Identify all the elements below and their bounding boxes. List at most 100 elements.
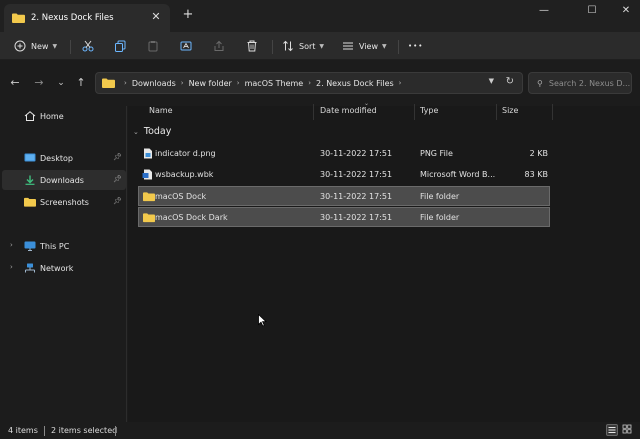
sidebar-item-network[interactable]: › Network <box>2 258 126 278</box>
folder-icon <box>24 197 36 207</box>
recent-locations-button[interactable]: ⌄ <box>54 76 68 90</box>
sidebar-item-label: Home <box>40 111 64 121</box>
group-header-today[interactable]: ⌄ Today <box>133 126 171 137</box>
column-header-size[interactable]: Size <box>502 106 518 120</box>
sidebar-item-label: This PC <box>40 241 70 251</box>
forward-button[interactable]: → <box>32 76 46 90</box>
breadcrumb-macos-theme[interactable]: macOS Theme <box>245 79 304 88</box>
column-header-type[interactable]: Type <box>420 106 438 120</box>
pin-icon: 📌︎ <box>113 175 122 183</box>
expand-chevron-icon[interactable]: › <box>10 263 13 271</box>
sidebar-item-desktop[interactable]: Desktop 📌︎ <box>2 148 126 168</box>
plus-circle-icon <box>14 40 26 52</box>
share-button[interactable] <box>213 37 225 55</box>
new-tab-button[interactable]: + <box>182 8 194 21</box>
address-history-chevron-icon[interactable]: ▼ <box>489 77 494 85</box>
minimize-button[interactable]: — <box>532 4 556 18</box>
view-button[interactable]: View ▼ <box>342 37 387 55</box>
toolbar-divider <box>70 40 71 54</box>
folder-icon <box>143 192 155 202</box>
sidebar-item-label: Network <box>40 263 74 273</box>
column-header-name[interactable]: Name <box>149 106 173 120</box>
back-button[interactable]: ← <box>8 76 22 90</box>
computer-icon <box>24 241 36 251</box>
table-row[interactable]: indicator d.png 30-11-2022 17:51 PNG Fil… <box>138 144 550 164</box>
delete-button[interactable] <box>246 37 258 55</box>
copy-button[interactable] <box>114 37 126 55</box>
file-type: PNG File <box>420 149 453 158</box>
breadcrumb-downloads[interactable]: Downloads <box>132 79 176 88</box>
table-row[interactable]: macOS Dock Dark 30-11-2022 17:51 File fo… <box>138 207 550 227</box>
status-bar: 4 items 2 items selected <box>0 422 640 439</box>
home-icon <box>24 111 36 121</box>
column-divider[interactable] <box>496 104 497 120</box>
search-input[interactable]: ⚲ Search 2. Nexus D... <box>528 72 632 94</box>
sidebar-item-home[interactable]: Home <box>2 106 126 126</box>
file-name: macOS Dock Dark <box>155 213 228 222</box>
rename-button[interactable] <box>180 37 192 55</box>
breadcrumb: › Downloads › New folder › macOS Theme ›… <box>119 79 406 88</box>
details-view-button[interactable] <box>606 424 618 436</box>
tiles-view-icon <box>622 424 632 434</box>
details-view-icon <box>608 427 616 433</box>
collapse-chevron-icon: ⌄ <box>133 127 139 136</box>
cut-button[interactable] <box>82 37 94 55</box>
file-name: wsbackup.wbk <box>155 170 214 179</box>
chevron-down-icon: ▼ <box>52 42 58 50</box>
copy-icon <box>115 40 126 52</box>
breadcrumb-nexus-dock-files[interactable]: 2. Nexus Dock Files <box>316 79 394 88</box>
expand-chevron-icon[interactable]: › <box>10 241 13 249</box>
command-bar: New ▼ Sort ▼ View ▼ ••• <box>0 32 640 60</box>
breadcrumb-separator: › <box>180 79 184 87</box>
rename-icon <box>180 41 192 51</box>
sort-button[interactable]: Sort ▼ <box>282 37 324 55</box>
address-bar[interactable]: › Downloads › New folder › macOS Theme ›… <box>95 72 523 94</box>
title-bar: 2. Nexus Dock Files ✕ + — ☐ ✕ <box>0 0 640 32</box>
paste-button[interactable] <box>147 37 159 55</box>
column-divider[interactable] <box>552 104 553 120</box>
column-header-date[interactable]: Date modified <box>320 106 377 120</box>
file-date: 30-11-2022 17:51 <box>320 149 393 158</box>
file-size: 83 KB <box>524 170 548 179</box>
column-divider[interactable] <box>414 104 415 120</box>
tab-nexus-dock-files[interactable]: 2. Nexus Dock Files ✕ <box>4 4 170 32</box>
sidebar-item-label: Downloads <box>40 175 84 185</box>
sort-icon <box>283 40 293 52</box>
network-icon <box>25 263 35 273</box>
status-divider <box>115 426 116 436</box>
pin-icon: 📌︎ <box>113 153 122 161</box>
item-count: 4 items <box>8 426 38 435</box>
table-row[interactable]: macOS Dock 30-11-2022 17:51 File folder <box>138 186 550 206</box>
file-type: File folder <box>420 213 460 222</box>
folder-icon <box>102 78 115 88</box>
desktop-icon <box>24 153 36 162</box>
file-date: 30-11-2022 17:51 <box>320 170 393 179</box>
sidebar-item-this-pc[interactable]: › This PC <box>2 236 126 256</box>
tiles-view-button[interactable] <box>622 424 634 436</box>
close-window-button[interactable]: ✕ <box>614 4 638 18</box>
sidebar-item-downloads[interactable]: Downloads 📌︎ <box>2 170 126 190</box>
more-options-button[interactable]: ••• <box>408 37 423 55</box>
refresh-icon[interactable]: ↻ <box>506 76 514 87</box>
breadcrumb-new-folder[interactable]: New folder <box>189 79 232 88</box>
maximize-button[interactable]: ☐ <box>580 4 604 18</box>
column-headers: Name ⌄ Date modified Type Size <box>128 100 640 120</box>
tab-title: 2. Nexus Dock Files <box>31 13 114 23</box>
sidebar-item-label: Screenshots <box>40 197 89 207</box>
breadcrumb-separator: › <box>236 79 240 87</box>
file-date: 30-11-2022 17:51 <box>320 192 393 201</box>
toolbar-divider <box>398 40 399 54</box>
up-button[interactable]: ↑ <box>74 76 88 90</box>
image-file-icon <box>144 148 152 159</box>
table-row[interactable]: wsbackup.wbk 30-11-2022 17:51 Microsoft … <box>138 165 550 185</box>
folder-icon <box>143 213 155 223</box>
sidebar-item-screenshots[interactable]: Screenshots 📌︎ <box>2 192 126 212</box>
chevron-down-icon: ▼ <box>319 42 325 50</box>
column-divider[interactable] <box>313 104 314 120</box>
file-type: Microsoft Word B... <box>420 170 496 179</box>
status-divider <box>44 426 45 436</box>
view-icon <box>343 42 353 50</box>
new-button[interactable]: New ▼ <box>14 37 57 55</box>
tab-close-icon[interactable]: ✕ <box>150 11 162 23</box>
search-icon: ⚲ <box>537 78 543 88</box>
